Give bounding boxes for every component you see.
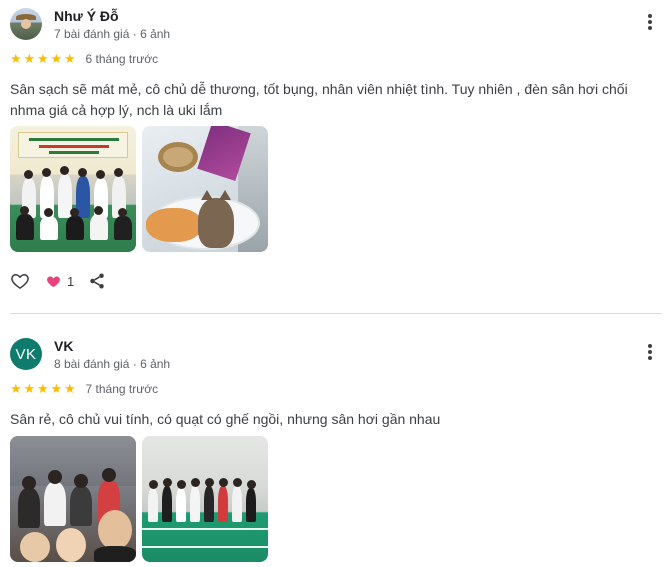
orange-cat-graphic	[146, 208, 202, 242]
rating-row: ★ ★ ★ ★ ★ 7 tháng trước	[10, 381, 158, 397]
star-icon: ★	[64, 51, 76, 66]
reviewer-name[interactable]: Như Ý Đỗ	[54, 8, 119, 24]
dot-icon	[648, 350, 652, 354]
heart-outline-icon	[11, 274, 29, 289]
dot-icon	[648, 356, 652, 360]
star-rating: ★ ★ ★ ★ ★	[10, 52, 78, 66]
reaction-summary[interactable]: 1	[46, 274, 74, 289]
star-icon: ★	[23, 381, 36, 396]
banner-graphic	[18, 132, 128, 158]
review-actions: 1	[10, 271, 106, 291]
review-photos	[10, 126, 268, 252]
share-icon	[90, 273, 104, 289]
dot-icon	[648, 14, 652, 18]
like-button[interactable]	[10, 271, 30, 291]
divider	[10, 313, 662, 314]
review-text: Sân sạch sẽ mát mẻ, cô chủ dễ thương, tố…	[10, 81, 628, 118]
dot-icon	[648, 344, 652, 348]
dot-icon	[648, 26, 652, 30]
star-icon: ★	[23, 51, 36, 66]
tabby-cat-graphic	[198, 190, 234, 248]
review-card: VK VK 8 bài đánh giá · 6 ảnh ★ ★ ★ ★ ★ 7…	[0, 330, 664, 567]
tape-roll-graphic	[158, 142, 198, 172]
star-icon: ★	[64, 381, 76, 396]
rating-row: ★ ★ ★ ★ ★ 6 tháng trước	[10, 51, 158, 67]
avatar[interactable]: VK	[10, 338, 42, 370]
cat-photo[interactable]	[142, 126, 268, 252]
review-text: Sân rẻ, cô chủ vui tính, có quạt có ghế …	[10, 411, 441, 427]
court-group-photo[interactable]	[142, 436, 268, 562]
reaction-count: 1	[67, 273, 75, 289]
review-card: Như Ý Đỗ 7 bài đánh giá · 6 ảnh ★ ★ ★ ★ …	[0, 0, 664, 310]
star-icon: ★	[50, 381, 63, 396]
star-icon: ★	[37, 381, 49, 396]
star-icon: ★	[10, 51, 22, 66]
review-time: 7 tháng trước	[85, 382, 159, 396]
team-group-photo[interactable]	[10, 126, 136, 252]
heart-filled-icon	[47, 276, 60, 287]
reviewer-meta: 7 bài đánh giá · 6 ảnh	[54, 27, 171, 41]
more-options-button[interactable]	[642, 342, 658, 362]
star-icon: ★	[37, 51, 49, 66]
star-icon: ★	[10, 381, 22, 396]
dot-icon	[648, 20, 652, 24]
indoor-group-selfie-photo[interactable]	[10, 436, 136, 562]
reviewer-name[interactable]: VK	[54, 338, 73, 354]
reviewer-meta: 8 bài đánh giá · 6 ảnh	[54, 357, 171, 371]
star-icon: ★	[50, 51, 63, 66]
star-rating: ★ ★ ★ ★ ★	[10, 382, 78, 396]
review-photos	[10, 436, 268, 562]
avatar[interactable]	[10, 8, 42, 40]
review-time: 6 tháng trước	[85, 52, 159, 66]
share-button[interactable]	[74, 272, 106, 290]
more-options-button[interactable]	[642, 12, 658, 32]
